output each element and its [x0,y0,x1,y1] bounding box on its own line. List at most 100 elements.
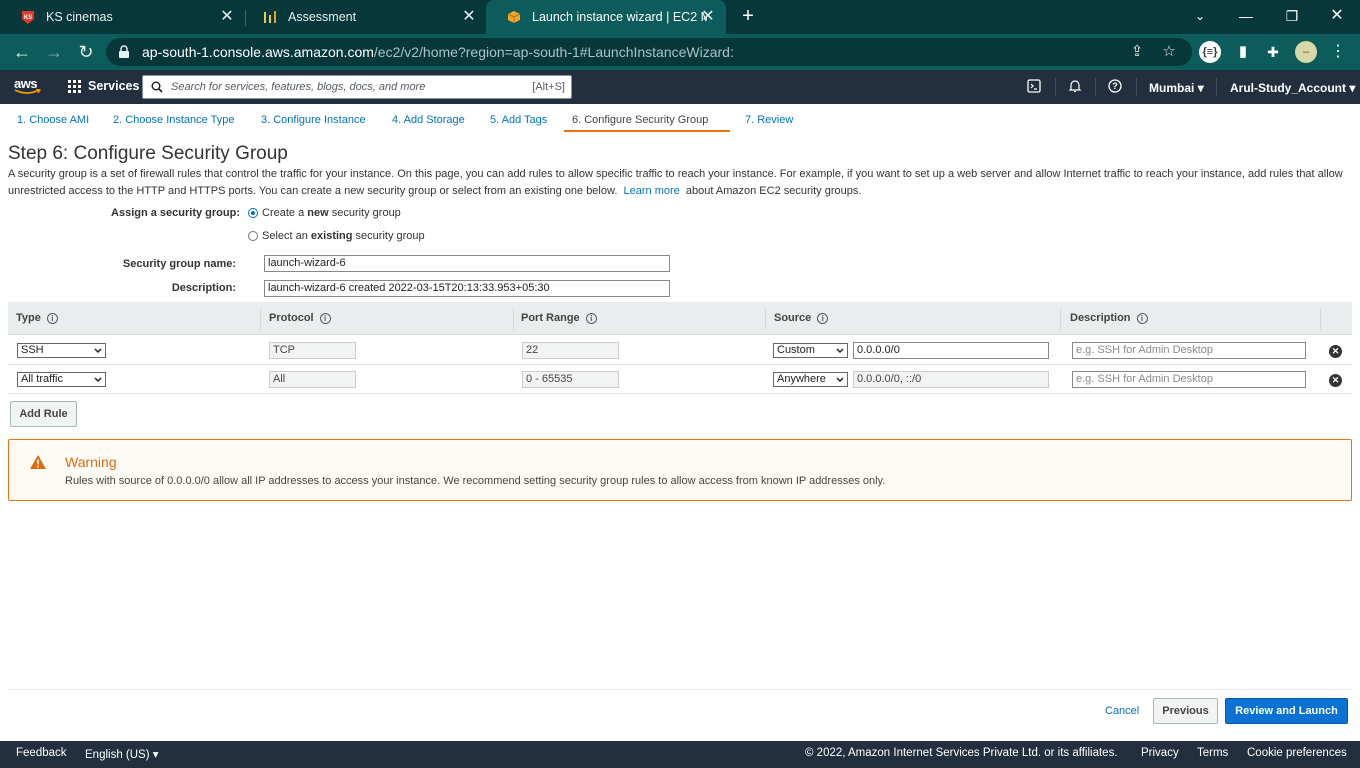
step-review[interactable]: 7. Review [745,114,793,126]
cookie-preferences-link[interactable]: Cookie preferences [1247,747,1347,759]
type-select[interactable]: SSH [17,343,106,358]
col-description: Description i [1070,312,1148,324]
back-icon[interactable]: ← [12,42,32,62]
aws-box-favicon [506,9,522,25]
previous-button[interactable]: Previous [1153,698,1218,724]
remove-rule-icon[interactable]: ✕ [1329,345,1342,358]
tab-title: KS cinemas [46,10,113,24]
account-menu[interactable]: Arul-Study_Account ▾ [1230,81,1355,95]
search-icon [151,81,163,93]
review-and-launch-button[interactable]: Review and Launch [1225,698,1348,724]
close-tab-icon[interactable]: ✕ [219,9,235,25]
share-icon[interactable]: ⇪ [1128,43,1146,61]
lock-icon[interactable] [118,45,132,59]
close-tab-icon[interactable]: ✕ [461,9,477,25]
page-title: Step 6: Configure Security Group [8,143,288,164]
cancel-link[interactable]: Cancel [1105,705,1139,717]
minimize-icon[interactable]: — [1236,6,1256,26]
info-icon[interactable]: i [319,312,331,324]
browser-tab-assessment[interactable]: Assessment ✕ [242,0,487,34]
ks-cinemas-favicon: KS [20,9,36,25]
option-text: Select an [262,230,311,242]
rule-description-input[interactable]: e.g. SSH for Admin Desktop [1072,342,1306,359]
step-add-tags[interactable]: 5. Add Tags [490,114,547,126]
language-selector[interactable]: English (US) ▾ [85,747,159,761]
type-select[interactable]: All traffic [17,372,106,387]
add-rule-button[interactable]: Add Rule [10,401,77,427]
bar-chart-favicon [262,9,278,25]
step-choose-instance-type[interactable]: 2. Choose Instance Type [113,114,235,126]
info-icon[interactable]: i [817,312,829,324]
col-divider [765,308,766,330]
feedback-link[interactable]: Feedback [16,747,67,759]
source-cidr-input[interactable]: 0.0.0.0/0 [853,342,1049,359]
browser-menu-icon[interactable]: ⋮ [1327,41,1349,63]
source-select[interactable]: Custom [773,343,848,358]
caret-down-icon: ▾ [1349,81,1356,95]
svg-text:?: ? [1112,81,1118,91]
notifications-bell-icon[interactable] [1068,79,1084,95]
services-menu[interactable]: Services [68,79,139,93]
warning-triangle-icon [29,454,47,470]
type-value: SSH [21,344,44,356]
aws-top-nav: aws Services Search for services, featur… [0,70,1360,104]
browser-tab-launch-wizard[interactable]: Launch instance wizard | EC2 Ma ✕ [486,0,726,34]
remove-rule-icon[interactable]: ✕ [1329,374,1342,387]
info-icon[interactable]: i [1136,312,1148,324]
table-row: All traffic All 0 - 65535 Anywhere 0.0.0… [8,365,1352,394]
info-icon[interactable]: i [585,312,597,324]
reload-icon[interactable]: ↻ [76,42,96,62]
learn-more-link[interactable]: Learn more [624,185,680,197]
region-selector[interactable]: Mumbai ▾ [1149,81,1204,95]
bookmark-star-icon[interactable]: ☆ [1160,43,1178,61]
source-select[interactable]: Anywhere [773,372,848,387]
profile-avatar[interactable]: – [1295,41,1317,63]
forward-icon[interactable]: → [44,42,64,62]
aws-logo[interactable]: aws [14,76,42,98]
col-port-range: Port Range i [521,312,597,324]
browser-toolbar: ← → ↻ ap-south-1.console.aws.amazon.com/… [0,34,1360,70]
restore-icon[interactable]: ❐ [1282,6,1302,26]
info-icon[interactable]: i [46,312,58,324]
radio-create-new[interactable] [248,208,258,218]
intro-text: A security group is a set of firewall ru… [8,166,1348,200]
close-window-icon[interactable]: ✕ [1327,6,1347,26]
rule-description-input[interactable]: e.g. SSH for Admin Desktop [1072,371,1306,388]
nav-divider [1055,78,1056,96]
address-bar[interactable]: ap-south-1.console.aws.amazon.com/ec2/v2… [106,38,1192,66]
col-type: Type i [16,312,58,324]
radio-select-existing[interactable] [248,231,258,241]
step-add-storage[interactable]: 4. Add Storage [392,114,465,126]
terms-link[interactable]: Terms [1197,747,1228,759]
radio-create-new-label[interactable]: Create a new security group [262,207,401,219]
url-path: /ec2/v2/home?region=ap-south-1#LaunchIns… [373,44,734,60]
json-extension-icon[interactable]: {≡} [1199,41,1221,63]
new-tab-icon[interactable]: + [738,6,758,26]
extensions-puzzle-icon[interactable]: ✚ [1262,41,1284,63]
grid-icon [68,79,81,93]
table-header: Type i Protocol i Port Range i Source i Desc… [8,302,1352,335]
close-tab-icon[interactable]: ✕ [700,9,716,25]
help-icon[interactable]: ? [1108,79,1124,95]
security-group-name-input[interactable]: launch-wizard-6 [264,255,670,272]
browser-tab-ks-cinemas[interactable]: KS KS cinemas ✕ [0,0,245,34]
nav-divider [1216,78,1217,96]
privacy-link[interactable]: Privacy [1141,747,1179,759]
step-choose-ami[interactable]: 1. Choose AMI [17,114,89,126]
col-divider [260,308,261,330]
step-configure-security-group[interactable]: 6. Configure Security Group [572,114,708,126]
source-mode-value: Custom [777,344,815,356]
bookmark-icon[interactable]: ▮ [1232,41,1254,63]
step-configure-instance[interactable]: 3. Configure Instance [261,114,366,126]
tab-title: Assessment [288,10,357,24]
cloudshell-icon[interactable] [1027,79,1043,95]
chevron-down-icon [836,377,844,383]
tab-search-chevron-icon[interactable]: ⌄ [1190,6,1210,26]
chevron-down-icon [94,377,102,383]
option-text: Create a [262,207,308,219]
aws-search-input[interactable]: Search for services, features, blogs, do… [142,75,572,99]
radio-select-existing-label[interactable]: Select an existing security group [262,230,425,242]
description-input[interactable]: launch-wizard-6 created 2022-03-15T20:13… [264,280,670,297]
col-source-label: Source [774,312,812,324]
services-label: Services [88,79,140,93]
